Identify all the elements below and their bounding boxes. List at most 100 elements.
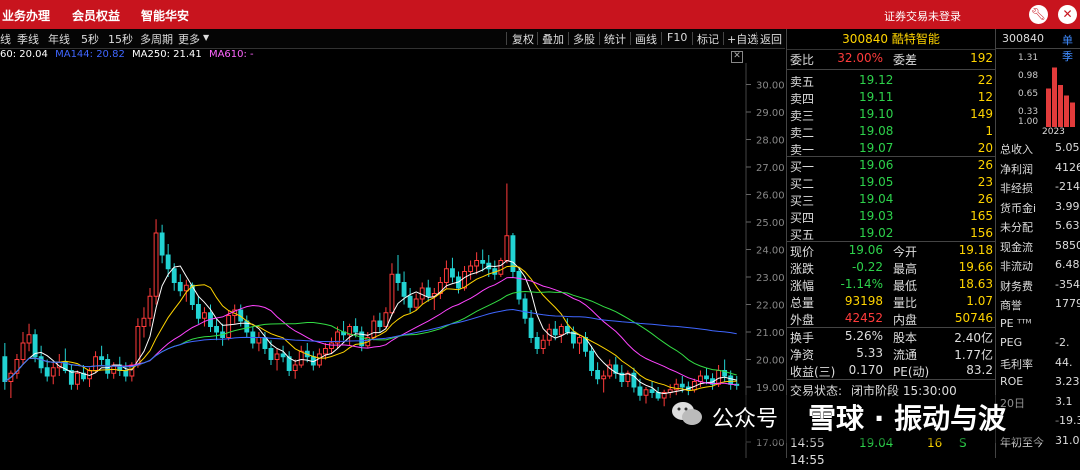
stat-value: 42452 — [844, 311, 883, 325]
finance-bar — [1070, 102, 1075, 127]
menu-member-rights[interactable]: 会员权益 — [72, 7, 120, 24]
close-legend-icon[interactable]: ✕ — [731, 51, 743, 63]
candle-body — [371, 320, 377, 338]
finance-label: 毛利率 — [1000, 357, 1033, 371]
candle-body — [26, 334, 32, 344]
candle-body — [268, 348, 274, 360]
finance-year: 2023 — [1042, 127, 1065, 137]
f10-button[interactable]: F10 — [667, 31, 687, 44]
tick-time: 14:55 — [790, 453, 825, 467]
back-button[interactable]: 返回 — [760, 31, 782, 47]
stat-label: 外盘 — [790, 313, 815, 327]
multi-stock-button[interactable]: 多股 — [573, 31, 595, 47]
draw-line-button[interactable]: 画线 — [635, 31, 657, 47]
candle-body — [649, 389, 655, 393]
ma-60-label: 60: 20.04 — [0, 49, 48, 60]
price-tick-label: 21.00 — [756, 328, 785, 339]
finance-label: 货币金i — [1000, 201, 1037, 215]
stat-label: 最高 — [893, 262, 918, 276]
finance-value: 3.23 — [1055, 375, 1080, 388]
candle-body — [728, 375, 734, 385]
buy-level-row[interactable]: 买三 19.04 26 — [787, 192, 995, 209]
sell-level-row[interactable]: 卖二 19.08 1 — [787, 124, 995, 141]
stock-name: 酷特智能 — [891, 32, 940, 46]
price-tick-label: 19.00 — [756, 383, 785, 394]
buy-level-row[interactable]: 买四 19.03 165 — [787, 209, 995, 226]
finance-value: -19.3 — [1055, 414, 1080, 427]
finance-label: PEG — [1000, 336, 1023, 349]
stat-value: 19.18 — [958, 243, 993, 257]
candle-body — [425, 287, 431, 297]
finance-value: -354 — [1055, 277, 1080, 291]
period-15s-button[interactable]: 15秒 — [108, 31, 133, 47]
quote-stat-row: 现价 19.06 今开 19.18 — [787, 243, 995, 260]
sell-level-volume: 149 — [970, 107, 993, 121]
buy-level-label: 买一 — [790, 160, 815, 174]
candle-body — [214, 326, 219, 333]
finance-row: 净利润 4126 — [1000, 161, 1080, 177]
restore-button[interactable]: 复权 — [512, 31, 534, 47]
finance-row: 总收入 5.05 — [1000, 141, 1080, 157]
sell-level-label: 卖四 — [790, 92, 815, 106]
sell-level-price: 19.11 — [859, 90, 894, 104]
sell-level-row[interactable]: 卖三 19.10 149 — [787, 107, 995, 124]
candles-group — [2, 183, 740, 407]
statistics-button[interactable]: 统计 — [604, 31, 626, 47]
stat-label: 最低 — [893, 279, 918, 293]
period-multi-button[interactable]: 多周期 — [140, 31, 173, 47]
sell-level-label: 卖三 — [790, 109, 815, 123]
candle-body — [401, 282, 407, 297]
stat-value: -1.14% — [840, 277, 883, 291]
finance-value: 4126 — [1055, 160, 1080, 174]
period-day-button[interactable]: 线 — [0, 31, 11, 47]
mark-button[interactable]: 标记 — [697, 31, 719, 47]
candle-body — [577, 337, 582, 344]
candle-body — [322, 348, 328, 355]
sell-level-volume: 20 — [977, 141, 993, 155]
buy-level-row[interactable]: 买二 19.05 23 — [787, 175, 995, 192]
quote-stat-row: 涨跌 -0.22 最高 19.66 — [787, 260, 995, 277]
finance-value: 44. — [1055, 355, 1073, 369]
stat-label: 内盘 — [893, 313, 918, 327]
candle-body — [377, 320, 383, 327]
price-tick-label: 20.00 — [756, 356, 785, 367]
finance-row: ROE 3.23 — [1000, 375, 1080, 391]
menu-smart-huaan[interactable]: 智能华安 — [141, 7, 189, 24]
chevron-down-icon[interactable]: ▼ — [203, 33, 209, 42]
candle-body — [389, 273, 395, 314]
overlay-button[interactable]: 叠加 — [542, 31, 564, 47]
candle-body — [552, 328, 558, 336]
wrench-icon[interactable]: 🔧︎ — [1029, 5, 1048, 24]
stat-value: 5.33 — [856, 346, 883, 360]
price-tick-label: 30.00 — [756, 81, 785, 92]
period-5s-button[interactable]: 5秒 — [81, 31, 99, 47]
watermark-brand: 雪球 · 振动与波 — [808, 402, 1007, 435]
sell-level-row[interactable]: 卖四 19.11 12 — [787, 90, 995, 107]
buy-level-row[interactable]: 买一 19.06 26 — [787, 158, 995, 175]
candle-body — [262, 337, 268, 349]
buy-level-label: 买三 — [790, 194, 815, 208]
candle-body — [2, 356, 8, 382]
finance-label: 商誉 — [1000, 299, 1022, 312]
period-more-button[interactable]: 更多 — [178, 31, 200, 47]
buy-level-price: 19.05 — [859, 175, 894, 189]
period-quarter-button[interactable]: 季线 — [17, 31, 39, 47]
quote-stat-row: 收益(三) 0.170 PE(动) 83.2 — [787, 363, 995, 380]
login-status[interactable]: 证券交易未登录 — [884, 8, 961, 24]
period-year-button[interactable]: 年线 — [48, 31, 70, 47]
finance-row: 未分配 5.63 — [1000, 219, 1080, 235]
finance-bar — [1058, 85, 1063, 127]
candle-body — [165, 254, 171, 270]
stat-label: 换手 — [790, 331, 815, 345]
close-icon[interactable]: ✕ — [1058, 5, 1077, 24]
stat-label: 总量 — [790, 296, 815, 310]
finance-stock-code: 300840 — [1002, 32, 1044, 45]
stat-value: 83.2 — [966, 363, 993, 377]
toolbar-divider — [568, 32, 569, 45]
candle-body — [395, 273, 401, 283]
sell-level-row[interactable]: 卖五 19.12 22 — [787, 73, 995, 90]
candle-body — [141, 317, 147, 327]
menu-business[interactable]: 业务办理 — [2, 7, 50, 24]
price-axis-ticks: 30.00 29.00 28.00 27.00 26.00 25.00 24.00 23.00… — [746, 81, 785, 449]
add-watchlist-button[interactable]: +自选 — [727, 31, 758, 47]
